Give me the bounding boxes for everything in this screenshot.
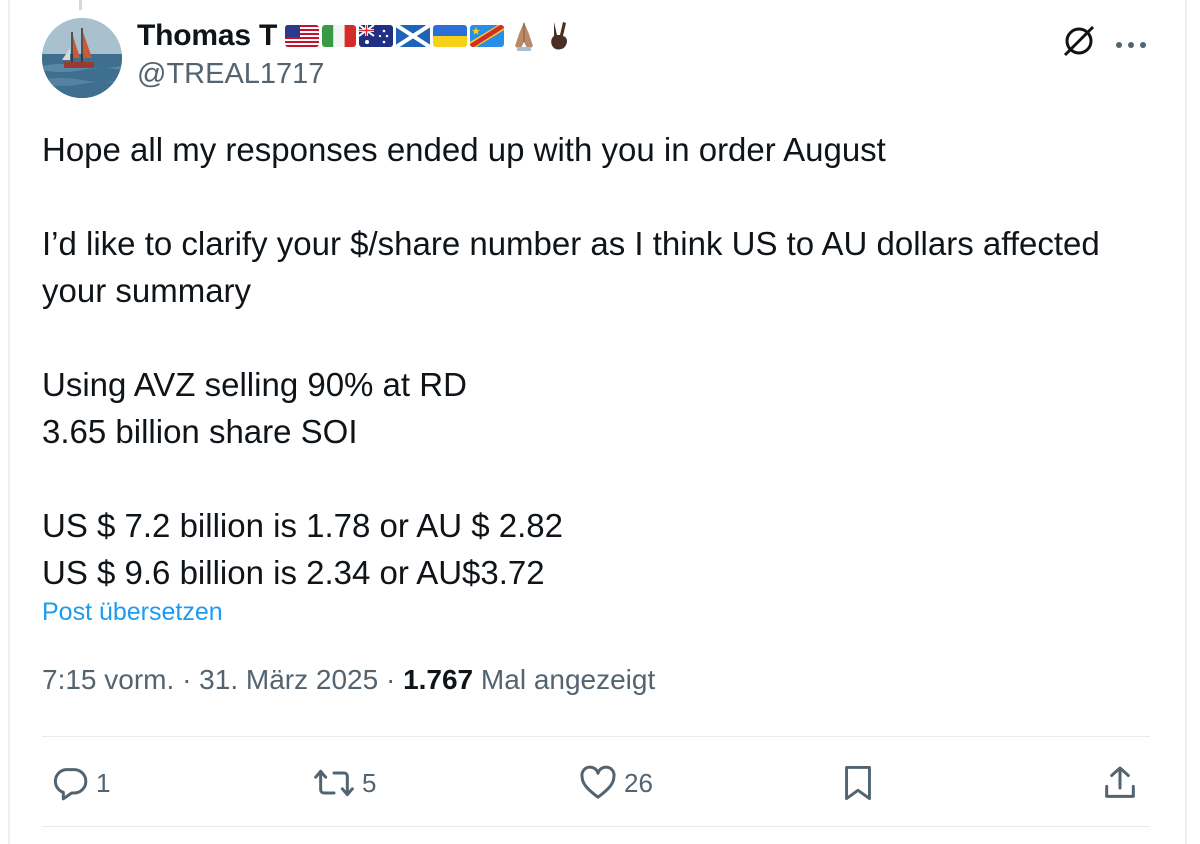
frame-right-border: [1185, 0, 1187, 844]
bookmark-icon: [845, 765, 871, 801]
reply-icon: [53, 768, 88, 801]
actions-divider-top: [42, 736, 1150, 737]
repost-icon: [314, 769, 354, 797]
thread-connector-line: [79, 0, 82, 10]
post-meta: 7:15 vorm. · 31. März 2025 · 1.767 Mal a…: [42, 664, 655, 696]
flag-ukraine-icon: [433, 25, 468, 47]
avatar[interactable]: [42, 18, 122, 98]
flag-australia-icon: [359, 25, 394, 47]
repost-button[interactable]: 5: [312, 760, 376, 806]
flag-scotland-icon: [396, 25, 431, 47]
like-count: 26: [624, 767, 653, 798]
sailboat-avatar: [42, 18, 122, 98]
flag-usa-icon: [285, 25, 320, 47]
heart-icon: [580, 765, 616, 799]
repost-count: 5: [362, 767, 377, 798]
folded-hands-icon: [509, 20, 539, 52]
share-icon: [1105, 766, 1135, 798]
flag-italy-icon: [322, 25, 357, 47]
grok-icon[interactable]: [1060, 22, 1098, 60]
author-display-name[interactable]: Thomas T: [137, 19, 277, 53]
meta-separator: ·: [182, 664, 192, 695]
author-name-row[interactable]: Thomas T: [137, 16, 574, 56]
author-handle[interactable]: @TREAL1717: [137, 58, 324, 91]
like-button[interactable]: 26: [578, 760, 653, 806]
post-time[interactable]: 7:15 vorm.: [42, 664, 174, 695]
reply-count: 1: [96, 767, 111, 798]
post-text: Hope all my responses ended up with you …: [42, 131, 1100, 591]
more-options-icon[interactable]: [1114, 36, 1148, 48]
post-date[interactable]: 31. März 2025: [199, 664, 378, 695]
views-label: Mal angezeigt: [480, 664, 656, 695]
bookmark-button[interactable]: [840, 760, 876, 806]
flag-dr-congo-icon: [470, 25, 505, 47]
meta-separator: ·: [385, 664, 396, 695]
reply-button[interactable]: 1: [50, 760, 110, 806]
translate-post-link[interactable]: Post übersetzen: [42, 598, 223, 627]
victory-hand-icon: [544, 20, 574, 52]
views-count: 1.767: [403, 664, 474, 695]
share-button[interactable]: [1100, 760, 1140, 806]
author-name-emojis: [285, 20, 574, 52]
actions-divider-bottom: [42, 826, 1150, 827]
frame-left-border: [8, 0, 10, 844]
